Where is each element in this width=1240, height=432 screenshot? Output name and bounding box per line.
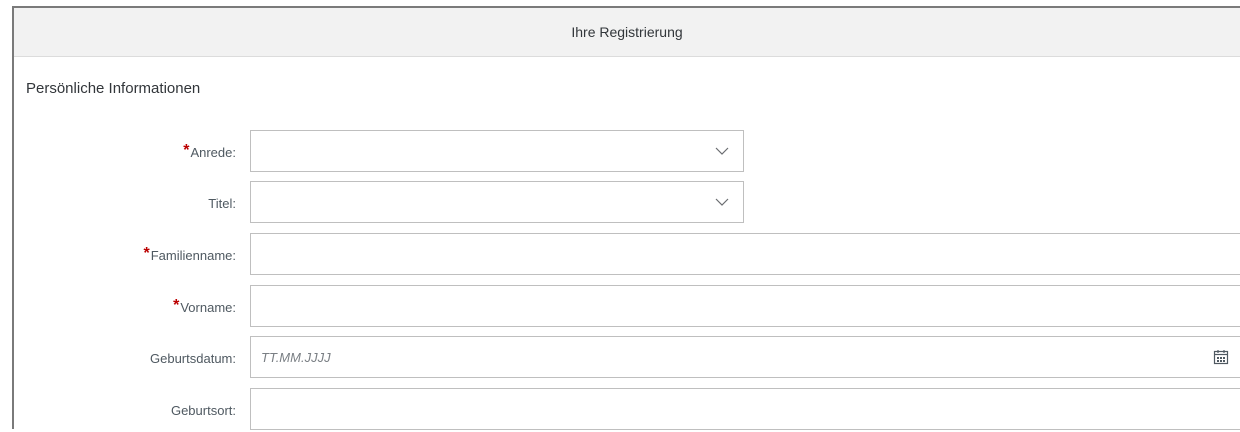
required-marker: *	[183, 142, 190, 159]
form-row-vorname: * Vorname:	[14, 285, 1240, 329]
section-title: Persönliche Informationen	[26, 80, 201, 97]
page-title: Ihre Registrierung	[571, 24, 683, 40]
calendar-icon[interactable]	[1213, 349, 1229, 365]
familienname-input[interactable]	[250, 233, 1240, 275]
vorname-label-text: Vorname:	[180, 299, 236, 315]
geburtsdatum-placeholder: TT.MM.JJJJ	[261, 349, 331, 365]
chevron-down-icon[interactable]	[715, 144, 729, 158]
page-header: Ihre Registrierung	[14, 8, 1240, 57]
geburtsdatum-input[interactable]: TT.MM.JJJJ	[250, 336, 1240, 378]
form-row-geburtsort: Geburtsort:	[14, 388, 1240, 432]
geburtsort-label-text: Geburtsort:	[170, 402, 236, 418]
form-row-familienname: * Familienname:	[14, 233, 1240, 277]
titel-label: Titel:	[208, 181, 236, 225]
vorname-label: * Vorname:	[173, 285, 236, 329]
chevron-down-icon[interactable]	[715, 195, 729, 209]
form-row-anrede: * Anrede:	[14, 130, 1240, 174]
geburtsdatum-label-text: Geburtsdatum:	[150, 350, 236, 366]
registration-panel: Ihre Registrierung Persönliche Informati…	[12, 6, 1240, 432]
vorname-input[interactable]	[250, 285, 1240, 327]
geburtsort-label: Geburtsort:	[171, 388, 236, 432]
anrede-select[interactable]	[250, 130, 744, 172]
geburtsort-input[interactable]	[250, 388, 1240, 430]
familienname-label: * Familienname:	[144, 233, 237, 277]
required-marker: *	[173, 297, 180, 314]
required-marker: *	[143, 245, 150, 262]
titel-label-text: Titel:	[208, 195, 236, 211]
familienname-label-text: Familienname:	[150, 247, 236, 263]
form-row-titel: Titel:	[14, 181, 1240, 225]
anrede-label: * Anrede:	[183, 130, 236, 174]
anrede-label-text: Anrede:	[190, 144, 236, 160]
titel-select[interactable]	[250, 181, 744, 223]
form-row-geburtsdatum: Geburtsdatum: TT.MM.JJJJ	[14, 336, 1240, 380]
geburtsdatum-label: Geburtsdatum:	[150, 336, 236, 380]
